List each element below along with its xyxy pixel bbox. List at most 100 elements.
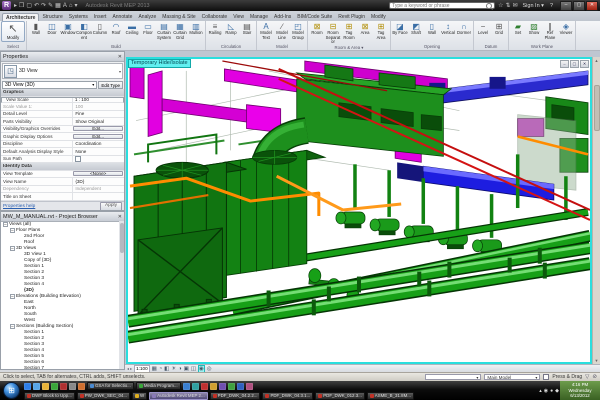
property-row[interactable]: Identity Data: [1, 163, 124, 171]
ribbon-tab[interactable]: Manage: [247, 13, 271, 21]
ribbon-tab[interactable]: Annotate: [109, 13, 135, 21]
ribbon-group-label[interactable]: Room & Area ▾: [309, 45, 389, 51]
filter-icon[interactable]: ▽: [585, 374, 589, 380]
vertical-scrollbar[interactable]: ▲ ▼: [592, 57, 600, 364]
taskbar-window-button[interactable]: PDF_DWK_04.3.1...: [262, 392, 313, 400]
design-option-combo[interactable]: ▾: [425, 374, 481, 380]
view-window-control-button[interactable]: ‒: [560, 60, 569, 68]
view-control-icon[interactable]: ▣: [184, 366, 189, 372]
press-drag-checkbox[interactable]: [543, 374, 549, 380]
close-icon[interactable]: ✕: [118, 214, 122, 220]
tree-expand-icon[interactable]: −: [10, 324, 15, 329]
pinned-app-icon[interactable]: [24, 383, 31, 390]
pinned-app-icon[interactable]: [210, 383, 217, 390]
infocenter-icon[interactable]: ✉: [512, 2, 517, 9]
ribbon-button[interactable]: ▨ Show: [526, 21, 542, 36]
view-control-icon[interactable]: ◎: [207, 366, 212, 372]
ribbon-button[interactable]: ▣ Window: [60, 21, 76, 36]
ribbon-button[interactable]: ▬ Ceiling: [124, 21, 140, 36]
ribbon-button[interactable]: ◺ Ramp: [223, 21, 239, 36]
scroll-down-arrow[interactable]: ▼: [593, 357, 600, 364]
ribbon-tab[interactable]: Revit Plugin: [335, 13, 368, 21]
ribbon-button[interactable]: ↕ Vertical: [440, 21, 456, 36]
tree-expand-icon[interactable]: [18, 234, 23, 239]
properties-header[interactable]: Properties ✕: [1, 52, 124, 62]
view-control-icon[interactable]: ◑: [178, 366, 181, 372]
ribbon-tab[interactable]: Analyze: [135, 13, 159, 21]
tree-expand-icon[interactable]: [18, 240, 23, 245]
view-control-icon[interactable]: ☀: [171, 366, 176, 372]
pinned-app-icon[interactable]: [219, 383, 226, 390]
tray-icon[interactable]: ◆: [555, 388, 559, 394]
pinned-app-icon[interactable]: [51, 383, 58, 390]
taskbar-window-button[interactable]: W: [132, 392, 147, 400]
taskbar-window-button[interactable]: Media Program...: [136, 382, 181, 390]
tree-expand-icon[interactable]: [18, 360, 23, 365]
ribbon-button[interactable]: ⊞ Tag Area: [373, 21, 389, 40]
property-row[interactable]: Graphic Display Options Edit...: [1, 133, 124, 141]
ribbon-button[interactable]: ◈ Viewer: [558, 21, 574, 36]
ribbon-button[interactable]: − Level: [475, 21, 491, 36]
tree-expand-icon[interactable]: [18, 282, 23, 287]
ribbon-button[interactable]: ⊞ Grid: [491, 21, 507, 36]
ribbon-button[interactable]: ▰ Set: [510, 21, 526, 36]
ribbon-tab[interactable]: View: [230, 13, 247, 21]
property-row[interactable]: Graphics: [1, 89, 124, 97]
ribbon-button[interactable]: ◫ Door: [44, 21, 60, 36]
property-row[interactable]: Title on Sheet: [1, 193, 124, 201]
ribbon-tab[interactable]: Collaborate: [199, 13, 231, 21]
qat-tool-icon[interactable]: A: [63, 3, 67, 9]
tree-expand-icon[interactable]: [18, 258, 23, 263]
scrollbar-thumb[interactable]: [594, 85, 600, 131]
start-button[interactable]: ⊞: [3, 382, 20, 399]
property-row[interactable]: Default Analysis Display Style None: [1, 148, 124, 156]
taskbar-window-button[interactable]: PDF_DWK_04.2.2...: [210, 392, 261, 400]
view-control-icon[interactable]: ▦: [152, 366, 157, 372]
property-row[interactable]: Visibility/Graphics Overrides Edit...: [1, 126, 124, 134]
qat-tool-icon[interactable]: ↷: [41, 3, 46, 9]
tree-expand-icon[interactable]: [18, 270, 23, 275]
type-selector[interactable]: ◳ 3D View ▾: [2, 63, 123, 79]
tree-expand-icon[interactable]: −: [10, 228, 15, 233]
pinned-app-icon[interactable]: [60, 383, 67, 390]
horizontal-scroll-arrows[interactable]: ◂ ▸: [127, 366, 132, 371]
ribbon-button[interactable]: A Model Text: [258, 21, 274, 40]
property-row[interactable]: Detail Level Fine: [1, 111, 124, 119]
pinned-app-icon[interactable]: [42, 383, 49, 390]
tree-expand-icon[interactable]: [18, 312, 23, 317]
tree-expand-icon[interactable]: [18, 288, 23, 293]
browser-tree-item[interactable]: Section 7: [1, 365, 119, 369]
property-row[interactable]: Sun Path: [1, 156, 124, 164]
ribbon-tab[interactable]: Massing & Site: [159, 13, 198, 21]
help-search-box[interactable]: [389, 2, 495, 9]
pinned-app-icon[interactable]: [78, 383, 85, 390]
property-row[interactable]: View Template <None>: [1, 171, 124, 179]
tree-expand-icon[interactable]: [18, 306, 23, 311]
search-input[interactable]: [392, 3, 486, 9]
ribbon-button[interactable]: ◪ By Face: [392, 21, 408, 36]
minimize-button[interactable]: ‒: [560, 1, 572, 11]
ribbon-button[interactable]: ⊟ Room Separator: [325, 21, 341, 45]
tree-expand-icon[interactable]: [18, 354, 23, 359]
tree-expand-icon[interactable]: −: [3, 222, 8, 227]
taskbar-window-button[interactable]: ASME_B_31.8M...: [367, 392, 414, 400]
pinned-app-icon[interactable]: [237, 383, 244, 390]
view-control-icon[interactable]: ◫: [191, 366, 196, 372]
ribbon-button[interactable]: ▮ Wall: [28, 21, 44, 36]
ribbon-tab[interactable]: Add-Ins: [271, 13, 294, 21]
close-button[interactable]: ✕: [586, 1, 598, 11]
ribbon-button[interactable]: ∕ Model Line: [274, 21, 290, 40]
ribbon-tab[interactable]: Structure: [39, 13, 65, 21]
properties-help-link[interactable]: Properties help: [3, 204, 35, 209]
qat-tool-icon[interactable]: ▦: [55, 3, 61, 9]
tray-icon[interactable]: ●: [550, 388, 553, 394]
ribbon-button[interactable]: ▯ Wall: [424, 21, 440, 36]
property-row[interactable]: Scale Value 1: 100: [1, 103, 124, 111]
tree-expand-icon[interactable]: [18, 276, 23, 281]
ribbon-button[interactable]: ⊠ Area: [357, 21, 373, 36]
active-workset-combo[interactable]: Main Model▾: [484, 374, 540, 380]
ribbon-tab[interactable]: Modify: [368, 13, 389, 21]
tree-expand-icon[interactable]: [18, 264, 23, 269]
tree-expand-icon[interactable]: [18, 252, 23, 257]
view-window-control-button[interactable]: ▢: [570, 60, 579, 68]
